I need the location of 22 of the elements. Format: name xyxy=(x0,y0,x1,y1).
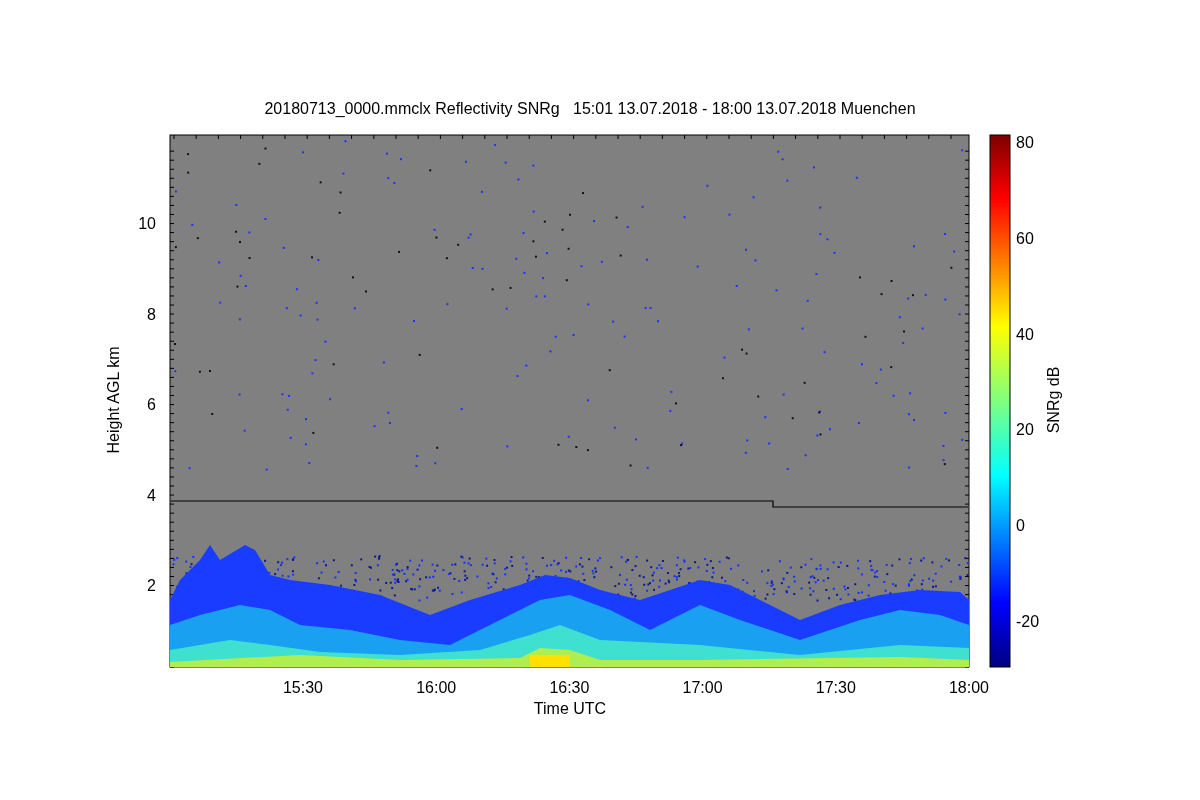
colorbar-tick-label: 0 xyxy=(1016,517,1025,535)
colorbar-tick-label: -20 xyxy=(1016,613,1040,630)
y-tick-label: 4 xyxy=(147,486,156,504)
colorbar-label: SNRg dB xyxy=(1045,366,1062,434)
colorbar-tick-label: 60 xyxy=(1016,229,1034,247)
plot-title: 20180713_0000.mmclx Reflectivity SNRg 15:01 13.07.2018 - 18:00 13.07.2018 Muenchen xyxy=(264,100,916,117)
x-tick-label: 15:30 xyxy=(283,679,323,696)
y-tick-label: 8 xyxy=(147,305,156,323)
x-axis-label: Time UTC xyxy=(533,700,607,717)
y-tick-label: 2 xyxy=(147,577,156,594)
peak-echo-patch xyxy=(530,655,570,667)
x-tick-label: 17:30 xyxy=(815,679,856,696)
x-tick-label: 18:00 xyxy=(949,679,989,696)
colorbar-tick-label: 80 xyxy=(1016,134,1034,151)
y-tick-label: 6 xyxy=(147,396,156,413)
colorbar-tick-label: 40 xyxy=(1016,325,1034,343)
colorbar-tick-label: 20 xyxy=(1016,421,1034,439)
y-axis-label: Height AGL km xyxy=(105,346,122,454)
y-tick-label: 10 xyxy=(138,215,156,232)
x-tick-label: 16:30 xyxy=(549,679,590,696)
x-tick-label: 16:00 xyxy=(416,679,457,696)
x-tick-label: 17:00 xyxy=(682,679,723,696)
